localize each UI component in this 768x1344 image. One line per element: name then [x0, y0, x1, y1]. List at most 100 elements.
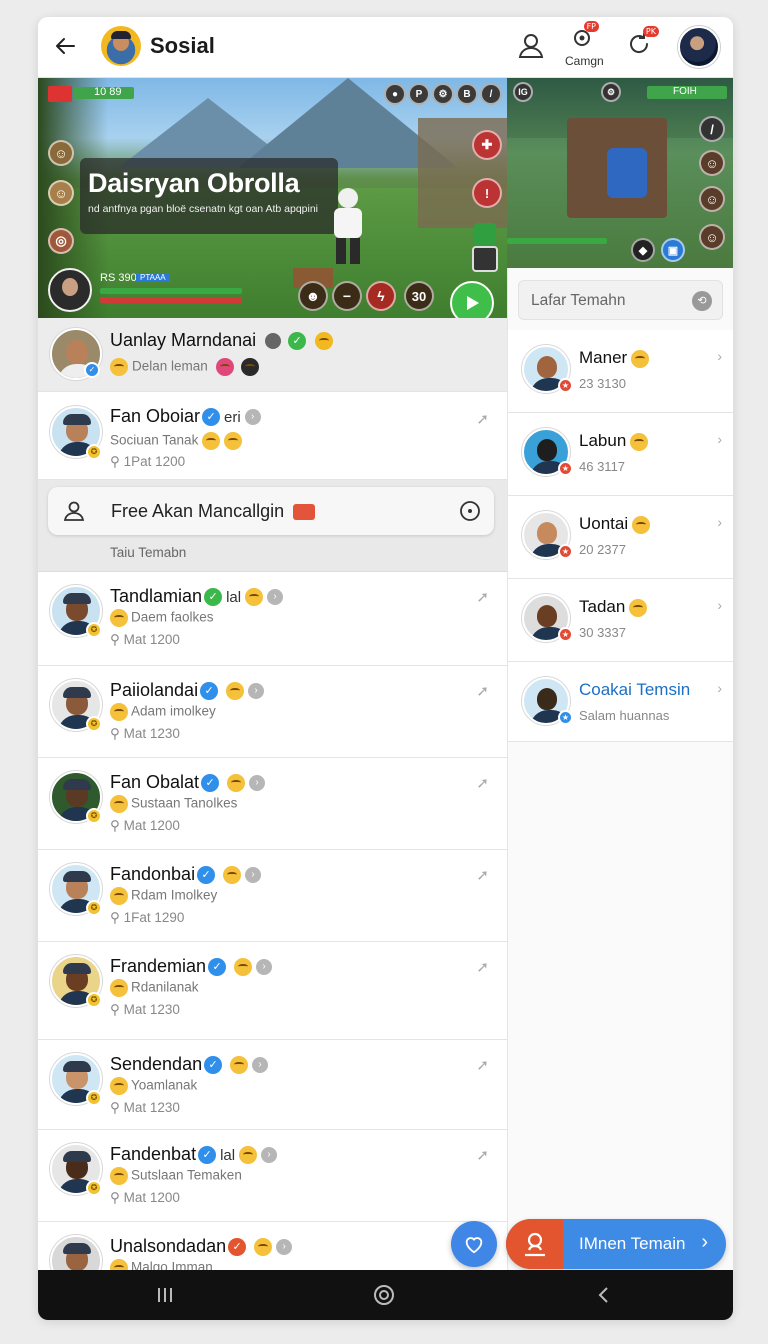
menu-icon[interactable]	[48, 86, 72, 102]
notification-badge: FP	[583, 21, 599, 32]
featured-chat-row[interactable]: ✓ Uanlay Marndanai ✓ Delan leman	[38, 318, 507, 392]
friend-row[interactable]: ★ Maner 23 3130 ›	[508, 330, 733, 413]
skill-icon[interactable]: ☺	[699, 186, 725, 212]
friend-search-input[interactable]: Lafar Temahn ⟲	[518, 280, 723, 320]
chevron-right-icon: ›	[717, 514, 722, 530]
lightning-icon[interactable]: ϟ	[366, 281, 396, 311]
search-input[interactable]: Free Akan Mancallgin	[48, 487, 494, 535]
favorite-button[interactable]	[451, 1221, 497, 1267]
friend-row[interactable]: ★ Uontai 20 2377 ›	[508, 496, 733, 579]
contact-meta: ⚲ Mat 1200	[110, 1190, 180, 1205]
arrow-icon[interactable]: ➚	[476, 774, 489, 792]
friend-subtitle: 46 3117	[579, 459, 626, 474]
user-avatar[interactable]	[678, 26, 720, 68]
contact-row[interactable]: ✪ Paiiolandai ✓ › Adam imolkey ⚲ Mat 1230 …	[38, 666, 507, 758]
chat-bubble-icon[interactable]	[458, 499, 482, 523]
hud-b-button[interactable]: B	[456, 83, 478, 105]
settings-icon[interactable]: ⚙	[432, 83, 454, 105]
contact-row[interactable]: ✪ Fandonbai ✓ › Rdam Imolkey ⚲ 1Fat 1290 ➚	[38, 850, 507, 942]
contact-row[interactable]: ✪ Frandemian ✓ › Rdanilanak ⚲ Mat 1230 ➚	[38, 942, 507, 1040]
emoji-icon	[629, 598, 648, 617]
contact-meta: ⚲ 1Fat 1290	[110, 910, 185, 925]
friend-row[interactable]: ★ Coakai Temsin Salam huannas ›	[508, 662, 733, 742]
flag-icon[interactable]	[474, 223, 496, 245]
contact-subtitle: Delan leman	[110, 358, 260, 376]
skill-icon[interactable]: ☺	[48, 140, 74, 166]
arrow-icon[interactable]: ➚	[476, 958, 489, 976]
arrow-icon[interactable]: ➚	[476, 1146, 489, 1164]
person-icon: ⚲	[110, 818, 124, 833]
more-icon: ›	[252, 1057, 269, 1074]
status-badge: ★	[558, 544, 573, 559]
play-button[interactable]	[450, 281, 494, 318]
arrow-icon[interactable]: ➚	[476, 1056, 489, 1074]
minus-icon[interactable]: −	[332, 281, 362, 311]
back-nav-button[interactable]	[588, 1282, 618, 1308]
coin-icon	[315, 332, 334, 351]
more-icon: ›	[256, 959, 273, 976]
game-preview[interactable]: IG ⚙ FOIH / ☺ ☺ ☺ ◆ ▣	[507, 78, 733, 268]
smile-icon	[110, 887, 128, 905]
contact-name: Unalsondadan ✓ ›	[110, 1236, 293, 1257]
game-subtitle: nd antfnya pgan bloë csenatn kgt oan Atb…	[88, 203, 319, 215]
friend-name: Maner	[579, 348, 650, 368]
add-friend-button[interactable]: IMnen Temain ›	[506, 1219, 726, 1269]
xp-bar	[100, 288, 242, 294]
target-icon[interactable]: ✚	[472, 130, 502, 160]
arrow-icon[interactable]: ➚	[476, 588, 489, 606]
skill-icon[interactable]: ☺	[699, 150, 725, 176]
emoji-icon	[234, 958, 253, 977]
friend-row[interactable]: ★ Tadan 30 3337 ›	[508, 579, 733, 662]
skill-icon[interactable]: ☺	[48, 180, 74, 206]
contact-row[interactable]: ✪ Fan Obalat ✓ › Sustaan Tanolkes ⚲ Mat 12…	[38, 758, 507, 850]
smile-icon	[110, 358, 128, 376]
friend-subtitle: 20 2377	[579, 542, 626, 557]
app-avatar[interactable]	[101, 26, 141, 66]
back-button[interactable]	[50, 31, 80, 61]
skill-icon[interactable]: ◎	[48, 228, 74, 254]
hud-score: 10 89	[94, 86, 122, 98]
contact-meta: ⚲ Mat 1230	[110, 1100, 180, 1115]
shield-icon[interactable]: ◆	[631, 238, 655, 262]
friend-subtitle: Salam huannas	[579, 708, 670, 723]
contact-meta: ⚲ Mat 1200	[110, 632, 180, 647]
settings-icon[interactable]: ⚙	[601, 82, 621, 102]
friend-row[interactable]: ★ Labun 46 3117 ›	[508, 413, 733, 496]
hud-ig-button[interactable]: IG	[513, 82, 533, 102]
game-title: Daisryan Obrolla	[88, 168, 300, 198]
hud-30-button[interactable]: 30	[404, 281, 434, 311]
arrow-icon[interactable]: ➚	[476, 866, 489, 884]
search-icon[interactable]: ⟲	[692, 291, 712, 311]
status-badge: ★	[558, 461, 573, 476]
contact-meta: ⚲ Mat 1230	[110, 726, 180, 741]
sword-icon[interactable]: /	[480, 83, 502, 105]
hud-p-button[interactable]: P	[408, 83, 430, 105]
refresh-button[interactable]: PK	[625, 26, 659, 64]
contact-row[interactable]: ✪ Sendendan ✓ › Yoamlanak ⚲ Mat 1230 ➚	[38, 1040, 507, 1130]
contact-row[interactable]: ✪ Unalsondadan✓› Malgo Imman ⚲ ➚	[38, 1222, 507, 1270]
friend-name: Uontai	[579, 514, 651, 534]
chat-icon[interactable]: ▣	[661, 238, 685, 262]
contact-row[interactable]: ✪ Tandlamian ✓ lal › Daem faolkes ⚲ Mat 120…	[38, 572, 507, 666]
profile-button[interactable]	[514, 29, 548, 63]
section-label: Taiu Temabn	[110, 545, 187, 560]
hud-right-label: FOIH	[673, 86, 697, 97]
smile-icon	[110, 703, 128, 721]
contact-name: Fandonbai ✓ ›	[110, 864, 262, 885]
arrow-icon[interactable]: ➚	[476, 682, 489, 700]
game-banner[interactable]: 10 89 ● P ⚙ B / ☺ ☺ ◎ Daisryan Obrolla n…	[38, 78, 507, 318]
recents-button[interactable]	[150, 1282, 180, 1308]
skill-icon[interactable]: ☺	[699, 224, 725, 250]
player-avatar[interactable]	[48, 268, 92, 312]
inventory-icon[interactable]	[472, 246, 498, 272]
target-icon[interactable]: ●	[384, 83, 406, 105]
contact-row[interactable]: ✪ Fandenbat ✓ lal › Sutslaan Temaken ⚲ Mat …	[38, 1130, 507, 1222]
more-icon: ›	[245, 867, 262, 884]
contact-row[interactable]: ✪ Fan Oboiar ✓ eri › Sociuan Tanak ⚲ 1Pat 1…	[38, 392, 507, 480]
sword-icon[interactable]: /	[699, 116, 725, 142]
emote-icon[interactable]: ☻	[298, 281, 328, 311]
friend-name: Coakai Temsin	[579, 680, 691, 699]
home-button[interactable]	[369, 1282, 399, 1308]
alert-icon[interactable]: !	[472, 178, 502, 208]
arrow-icon[interactable]: ➚	[476, 410, 489, 428]
